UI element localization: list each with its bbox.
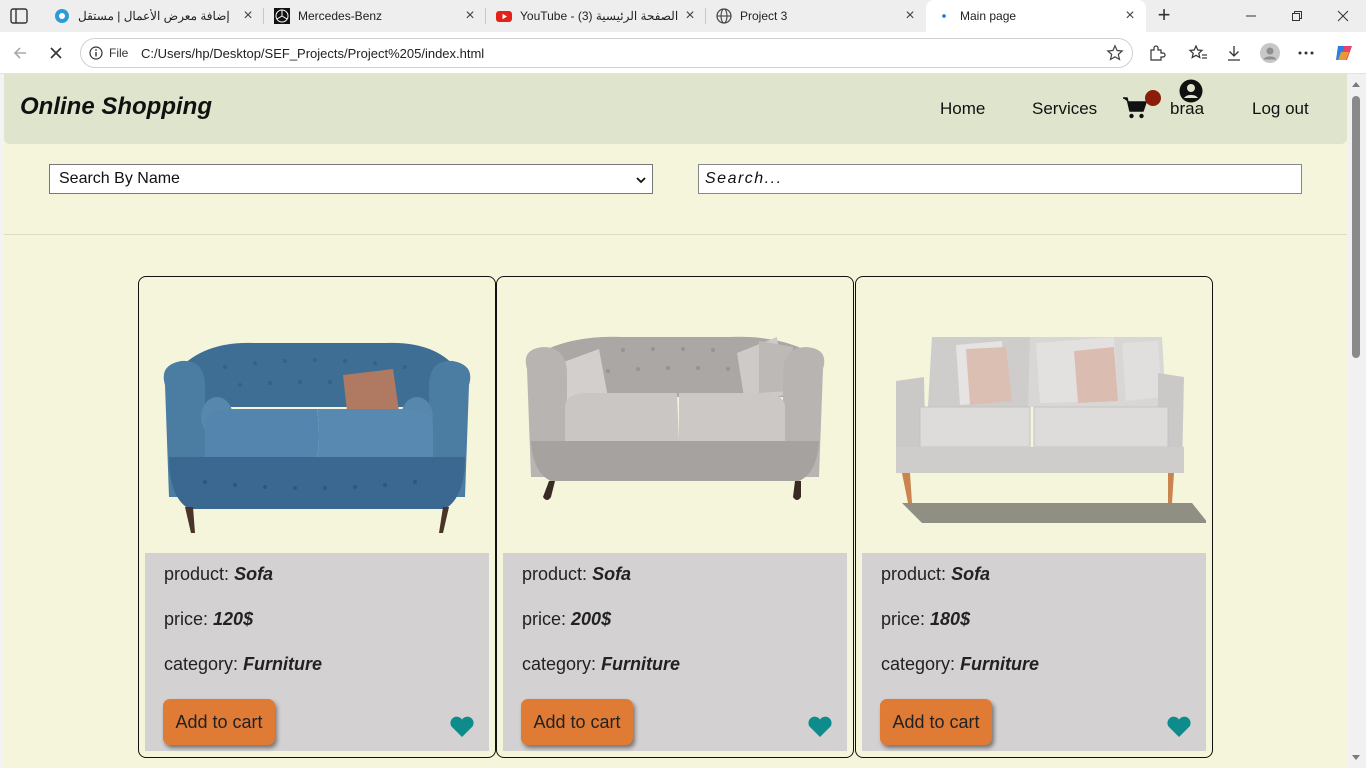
close-tab-icon[interactable]: × (1122, 8, 1138, 24)
heart-favorite-icon[interactable] (1166, 716, 1192, 738)
close-window-icon[interactable] (1320, 0, 1366, 32)
product-category: Furniture (243, 654, 323, 674)
stop-loading-icon[interactable] (43, 40, 69, 66)
close-tab-icon[interactable]: × (682, 8, 698, 24)
product-info-panel: product: Sofa price: 180$ category: Furn… (862, 553, 1206, 751)
close-tab-icon[interactable]: × (462, 8, 478, 24)
browser-tab-mercedes[interactable]: Mercedes-Benz × (264, 0, 486, 32)
product-image-gray-chesterfield-sofa (525, 336, 825, 500)
section-divider (4, 234, 1347, 235)
add-to-cart-button[interactable]: Add to cart (880, 699, 992, 745)
mercedes-favicon-icon (274, 8, 290, 24)
product-card: product: Sofa price: 120$ category: Furn… (138, 276, 496, 758)
product-card: product: Sofa price: 200$ category: Furn… (496, 276, 854, 758)
product-name: Sofa (592, 564, 632, 584)
close-tab-icon[interactable]: × (902, 8, 918, 24)
page-viewport: Online Shopping Home Services braa Log o… (4, 74, 1347, 768)
product-name-line: product: Sofa (522, 564, 632, 584)
product-price: 120$ (213, 609, 254, 629)
search-filter-selected: Search By Name (59, 170, 180, 187)
globe-icon (716, 8, 732, 24)
nav-logout-link[interactable]: Log out (1252, 99, 1309, 119)
product-info-panel: product: Sofa price: 120$ category: Furn… (145, 553, 489, 751)
close-tab-icon[interactable]: × (240, 8, 256, 24)
minimize-icon[interactable] (1228, 0, 1274, 32)
nav-services-link[interactable]: Services (1032, 99, 1097, 119)
tab-title: إضافة معرض الأعمال | مستقل (78, 9, 230, 23)
loading-dot-icon (936, 8, 952, 24)
restore-icon[interactable] (1274, 0, 1320, 32)
product-name-line: product: Sofa (881, 564, 991, 584)
product-name: Sofa (234, 564, 274, 584)
tab-actions-icon[interactable] (10, 8, 28, 24)
youtube-favicon-icon (496, 8, 512, 24)
url-text[interactable]: C:/Users/hp/Desktop/SEF_Projects/Project… (141, 46, 484, 61)
site-header: Online Shopping Home Services braa Log o… (4, 74, 1347, 144)
product-price-line: price: 180$ (881, 609, 971, 629)
search-input[interactable]: Search... (698, 164, 1302, 194)
mostaql-favicon-icon (54, 8, 70, 24)
product-category: Furniture (601, 654, 681, 674)
heart-favorite-icon[interactable] (449, 716, 475, 738)
product-name: Sofa (951, 564, 991, 584)
product-name-line: product: Sofa (164, 564, 274, 584)
add-to-cart-button[interactable]: Add to cart (163, 699, 275, 745)
tab-title: Mercedes-Benz (298, 9, 383, 23)
tab-title: YouTube - الصفحة الرئيسية (3) (520, 9, 679, 23)
product-category-line: category: Furniture (164, 654, 323, 674)
back-arrow-icon[interactable] (7, 40, 33, 66)
product-price-line: price: 200$ (522, 609, 612, 629)
product-category-line: category: Furniture (522, 654, 681, 674)
favorites-icon[interactable] (1185, 40, 1211, 66)
product-card: product: Sofa price: 180$ category: Furn… (855, 276, 1213, 758)
product-price-line: price: 120$ (164, 609, 254, 629)
profile-avatar-icon[interactable] (1257, 40, 1283, 66)
product-category-line: category: Furniture (881, 654, 1040, 674)
browser-tab-project3[interactable]: Project 3 × (706, 0, 926, 32)
search-filter-select[interactable]: Search By Name (49, 164, 653, 194)
heart-favorite-icon[interactable] (807, 716, 833, 738)
nav-home-link[interactable]: Home (940, 99, 985, 119)
product-image-light-gray-sofa (896, 337, 1206, 523)
add-to-cart-button[interactable]: Add to cart (521, 699, 633, 745)
product-price: 200$ (571, 609, 612, 629)
chevron-down-icon (636, 177, 646, 184)
browser-tab-youtube[interactable]: YouTube - الصفحة الرئيسية (3) × (486, 0, 706, 32)
scroll-up-arrow-icon[interactable] (1352, 82, 1360, 87)
copilot-icon[interactable] (1331, 40, 1357, 66)
site-info-icon[interactable] (89, 46, 103, 60)
scrollbar-thumb[interactable] (1352, 96, 1360, 358)
downloads-icon[interactable] (1221, 40, 1247, 66)
address-bar[interactable]: File C:/Users/hp/Desktop/SEF_Projects/Pr… (80, 38, 1133, 68)
browser-tab-main-page[interactable]: Main page × (926, 0, 1146, 32)
cart-count-badge (1145, 90, 1161, 106)
product-category: Furniture (960, 654, 1040, 674)
product-price: 180$ (930, 609, 971, 629)
scroll-down-arrow-icon[interactable] (1352, 755, 1360, 760)
product-image-blue-chesterfield-sofa (163, 342, 471, 533)
favorite-star-icon[interactable] (1106, 44, 1124, 62)
extensions-puzzle-icon[interactable] (1144, 40, 1170, 66)
page-scrollbar[interactable] (1347, 74, 1366, 768)
new-tab-icon[interactable]: + (1152, 4, 1176, 28)
shopping-cart-icon[interactable] (1122, 96, 1148, 120)
more-options-icon[interactable] (1293, 40, 1319, 66)
browser-toolbar: File C:/Users/hp/Desktop/SEF_Projects/Pr… (0, 32, 1366, 74)
site-logo[interactable]: Online Shopping (20, 93, 212, 121)
product-info-panel: product: Sofa price: 200$ category: Furn… (503, 553, 847, 751)
tab-title: Main page (960, 9, 1017, 23)
scheme-label: File (109, 46, 129, 60)
tab-title: Project 3 (740, 9, 788, 23)
browser-tab-strip: إضافة معرض الأعمال | مستقل × Mercedes-Be… (0, 0, 1366, 32)
browser-tab-mostaql[interactable]: إضافة معرض الأعمال | مستقل × (44, 0, 264, 32)
nav-username[interactable]: braa (1170, 99, 1204, 119)
